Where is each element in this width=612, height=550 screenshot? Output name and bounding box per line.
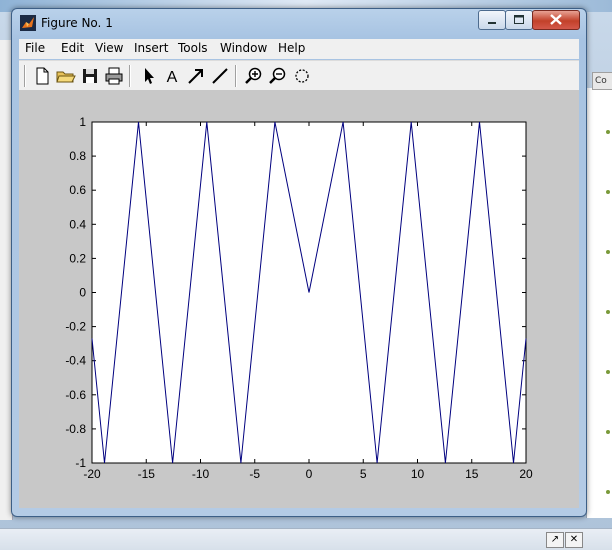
print-icon[interactable] — [103, 65, 125, 87]
zoom-in-icon[interactable] — [243, 65, 265, 87]
y-tick-label: -0.8 — [65, 422, 86, 436]
y-tick-label: 0 — [79, 286, 86, 300]
close-button[interactable] — [532, 10, 580, 30]
y-tick-label: -0.2 — [65, 320, 86, 334]
background-panel — [586, 88, 612, 518]
bullet-icon — [606, 250, 610, 254]
maximize-icon — [514, 15, 524, 24]
new-file-icon[interactable] — [31, 65, 53, 87]
menu-view[interactable]: View — [95, 41, 123, 55]
background-status-bar — [0, 528, 612, 550]
y-tick-label: 0.2 — [69, 251, 86, 265]
x-tick-label: -15 — [138, 467, 156, 481]
bullet-icon — [606, 370, 610, 374]
insert-line-icon[interactable] — [209, 65, 231, 87]
minimize-button[interactable] — [478, 10, 506, 30]
x-tick-label: 0 — [306, 467, 313, 481]
matlab-logo-icon — [20, 15, 36, 31]
toolbar-grip — [24, 65, 26, 87]
x-tick-label: 5 — [360, 467, 367, 481]
maximize-button[interactable] — [505, 10, 533, 30]
menu-tools[interactable]: Tools — [178, 41, 208, 55]
close-pane-icon[interactable]: ✕ — [565, 532, 583, 548]
insert-text-icon[interactable]: A — [161, 65, 183, 87]
svg-text:A: A — [167, 69, 178, 86]
x-tick-label: 10 — [411, 467, 425, 481]
menu-bar: File Edit View Insert Tools Window Help — [19, 39, 579, 59]
rotate-3d-icon[interactable] — [291, 65, 313, 87]
y-tick-label: 0.6 — [69, 183, 86, 197]
zoom-out-icon[interactable] — [267, 65, 289, 87]
minimize-icon — [488, 22, 496, 24]
bullet-icon — [606, 490, 610, 494]
bullet-icon — [606, 430, 610, 434]
menu-window[interactable]: Window — [220, 41, 267, 55]
menu-file[interactable]: File — [25, 41, 45, 55]
y-tick-label: 1 — [79, 115, 86, 129]
close-icon — [550, 14, 562, 25]
window-title: Figure No. 1 — [41, 16, 113, 30]
figure-window: Figure No. 1 File Edit View Insert Tools… — [11, 8, 587, 517]
plot-svg: -20 -15 -10 -5 0 5 10 15 2010.80.60.40.20-0.2-0.… — [65, 115, 533, 481]
x-tick-label: -5 — [249, 467, 260, 481]
x-tick-label: 15 — [465, 467, 479, 481]
open-folder-icon[interactable] — [55, 65, 77, 87]
save-icon[interactable] — [79, 65, 101, 87]
background-panel-tab[interactable]: Co — [592, 72, 612, 90]
y-tick-label: 0.4 — [69, 217, 86, 231]
toolbar: A — [19, 60, 579, 92]
y-tick-label: -0.4 — [65, 354, 86, 368]
y-tick-label: -1 — [75, 456, 86, 470]
y-tick-label: 0.8 — [69, 149, 86, 163]
bullet-icon — [606, 130, 610, 134]
menu-help[interactable]: Help — [278, 41, 305, 55]
y-tick-label: -0.6 — [65, 388, 86, 402]
select-arrow-icon[interactable] — [137, 65, 159, 87]
figure-canvas: -20 -15 -10 -5 0 5 10 15 20 1 0.8 0.6 0.4 0.2 0 -0.2 -0.… — [19, 90, 579, 508]
bullet-icon — [606, 310, 610, 314]
insert-arrow-icon[interactable] — [185, 65, 207, 87]
toolbar-separator — [129, 65, 131, 87]
toolbar-separator — [235, 65, 237, 87]
undock-icon[interactable]: ↗ — [546, 532, 564, 548]
bullet-icon — [606, 190, 610, 194]
title-bar[interactable]: Figure No. 1 — [12, 9, 586, 37]
x-tick-label: 20 — [519, 467, 533, 481]
menu-edit[interactable]: Edit — [61, 41, 84, 55]
menu-insert[interactable]: Insert — [134, 41, 168, 55]
x-tick-label: -10 — [192, 467, 210, 481]
